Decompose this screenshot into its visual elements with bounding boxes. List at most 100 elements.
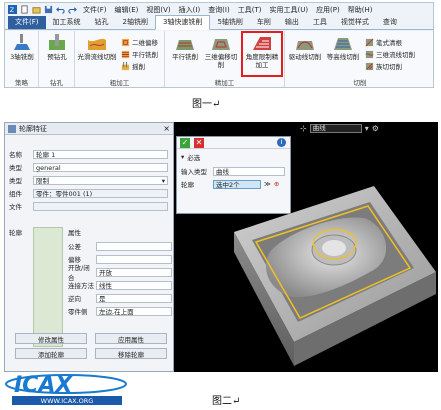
3d-viewport[interactable]: ⊹ 曲线 ▾ ⚙ ✓ ✕ i ▾ 必选 输入类型 曲线 轮廓 选中2个 ≫ ⊕ — [174, 122, 438, 372]
svg-text:Z: Z — [10, 7, 15, 14]
menu-file[interactable]: 文件(F) — [83, 5, 107, 15]
tab-visual-style[interactable]: 视觉样式 — [334, 16, 376, 29]
component-value: 零件：零件001 (1) — [33, 188, 168, 198]
menu-edit[interactable]: 编辑(E) — [115, 5, 139, 15]
field-file: 文件 — [9, 201, 168, 211]
field-name: 名称 轮廓 1 — [9, 149, 168, 159]
redo-icon[interactable] — [68, 5, 77, 14]
view-toolbar: ⊹ 曲线 ▾ ⚙ — [300, 124, 379, 133]
connect-method-select[interactable]: 线性 — [96, 280, 172, 290]
menu-query[interactable]: 查询(I) — [208, 5, 230, 15]
menu-tools[interactable]: 工具(T) — [238, 5, 262, 15]
snap-icon[interactable]: ⊹ — [300, 124, 307, 133]
pencil-cleanup-button[interactable]: 笔式清根 — [365, 37, 402, 47]
drive-curve-icon — [296, 41, 314, 50]
tab-tools[interactable]: 工具 — [306, 16, 334, 29]
apply-attr-button[interactable]: 应用属性 — [95, 333, 167, 344]
attr-reverse: 逆向 是 — [68, 293, 172, 303]
svg-text:ICAX: ICAX — [14, 373, 73, 398]
feature-panel-title: 轮廓特征 × — [5, 123, 173, 135]
menu-utilities[interactable]: 实用工具(U) — [269, 5, 308, 15]
reverse-select[interactable]: 是 — [96, 293, 172, 303]
tab-turning[interactable]: 车削 — [250, 16, 278, 29]
selection-highlight — [241, 31, 283, 77]
attr-open-closed: 开放/闭合 开放 — [68, 264, 172, 282]
ok-icon[interactable]: ✓ — [180, 137, 190, 148]
pick-icon[interactable]: ⊕ — [274, 180, 279, 188]
tab-2axis[interactable]: 2轴铣削 — [116, 16, 155, 29]
filter-arrow-icon[interactable]: ▾ — [365, 124, 369, 133]
cam-screenshot: 轮廓特征 × 名称 轮廓 1 类型 general 类型 限制 ▾ 组件 零件：零… — [4, 122, 438, 372]
required-section-header[interactable]: ▾ 必选 — [181, 152, 200, 162]
figure2-caption: 图二↵ — [212, 396, 241, 407]
chevron-down-icon: ▾ — [161, 176, 165, 185]
feature-panel: 轮廓特征 × 名称 轮廓 1 类型 general 类型 限制 ▾ 组件 零件：零… — [4, 122, 174, 372]
pencil-cleanup-icon — [365, 38, 374, 46]
settings-icon[interactable]: ⚙ — [372, 124, 379, 133]
contour-selection-field[interactable]: 选中2个 — [213, 179, 261, 189]
attr-part-side: 零件侧 左边,在上面 — [68, 306, 172, 316]
cancel-icon[interactable]: ✕ — [194, 137, 204, 148]
smooth-flowline-button[interactable]: 光滑流线切削 — [77, 34, 117, 61]
ribbon-panel: 3轴铣削 策略 预钻孔 钻孔 光滑流线切削 二维偏移 平行铣削 摇削 粗加工 平… — [5, 31, 433, 87]
group-finish: 平行铣削 三维偏移切削 角度限制精加工 精加工 — [165, 31, 285, 87]
save-icon[interactable] — [44, 5, 53, 14]
modify-attr-button[interactable]: 修改属性 — [15, 333, 87, 344]
3axis-milling-icon — [14, 34, 30, 50]
undo-icon[interactable] — [56, 5, 65, 14]
input-type-select[interactable]: 曲线 — [213, 166, 285, 176]
plunge-milling-icon — [121, 61, 130, 70]
3axis-milling-button[interactable]: 3轴铣削 — [8, 34, 36, 61]
tab-5axis[interactable]: 5轴铣削 — [210, 16, 249, 29]
app-logo-icon[interactable]: Z — [8, 5, 17, 14]
category-input[interactable]: general — [33, 162, 168, 172]
tolerance-input[interactable] — [96, 241, 172, 251]
3d-offset-button[interactable]: 三维偏移切削 — [203, 34, 239, 69]
field-type: 类型 限制 ▾ — [9, 175, 168, 185]
pick-filter-select[interactable]: 曲线 — [309, 124, 362, 133]
offset-input[interactable] — [96, 254, 172, 264]
name-input[interactable]: 轮廓 1 — [33, 149, 168, 159]
boss-top — [322, 240, 346, 256]
file-value — [33, 201, 168, 211]
info-icon[interactable]: i — [277, 138, 286, 147]
contour-row: 轮廓 选中2个 ≫ ⊕ — [181, 179, 280, 189]
2d-offset-icon — [121, 38, 130, 46]
open-icon[interactable] — [32, 5, 41, 14]
add-contour-button[interactable]: 添加轮廓 — [15, 348, 87, 359]
new-icon[interactable] — [20, 5, 29, 14]
3d-flowline-button[interactable]: 三维流线切削 — [365, 49, 415, 59]
attr-header: 属性 — [68, 229, 81, 237]
figure1-caption: 图一↵ — [192, 99, 221, 110]
tab-query[interactable]: 查询 — [376, 16, 404, 29]
open-closed-select[interactable]: 开放 — [96, 267, 172, 277]
swarf-cut-button[interactable]: 族切切削 — [365, 61, 402, 71]
smooth-flowline-icon — [88, 38, 106, 50]
parallel-milling-rough-button[interactable]: 平行铣削 — [121, 49, 158, 59]
pre-drill-button[interactable]: 预钻孔 — [43, 34, 71, 61]
tab-machining-system[interactable]: 加工系统 — [46, 16, 88, 29]
2d-offset-button[interactable]: 二维偏移 — [121, 37, 158, 47]
contour-cut-button[interactable]: 等高线切削 — [325, 34, 361, 61]
tab-drilling[interactable]: 钻孔 — [88, 16, 116, 29]
menu-help[interactable]: 帮助(H) — [348, 5, 373, 15]
tab-output[interactable]: 输出 — [278, 16, 306, 29]
menu-apps[interactable]: 应用(P) — [316, 5, 340, 15]
parallel-milling-finish-button[interactable]: 平行铣削 — [169, 34, 201, 61]
menu-view[interactable]: 视图(V) — [146, 5, 170, 15]
close-icon[interactable]: × — [163, 124, 170, 133]
drive-curve-cut-button[interactable]: 驱动线切削 — [287, 34, 323, 61]
plunge-milling-button[interactable]: 摇削 — [121, 61, 145, 71]
input-panel-toolbar: ✓ ✕ i — [177, 137, 290, 149]
tab-3axis-fast[interactable]: 3轴快速铣削 — [154, 15, 211, 30]
more-options-icon[interactable]: ≫ — [264, 180, 271, 188]
part-side-select[interactable]: 左边,在上面 — [96, 306, 172, 316]
contour-cut-icon — [334, 38, 352, 50]
pre-drill-icon — [49, 34, 65, 50]
menu-insert[interactable]: 插入(I) — [179, 5, 201, 15]
swarf-cut-icon — [365, 62, 374, 70]
remove-contour-button[interactable]: 移除轮廓 — [95, 348, 167, 359]
tab-file[interactable]: 文件(F) — [8, 16, 46, 29]
type-select[interactable]: 限制 ▾ — [33, 175, 168, 185]
contour-list[interactable] — [33, 227, 63, 347]
